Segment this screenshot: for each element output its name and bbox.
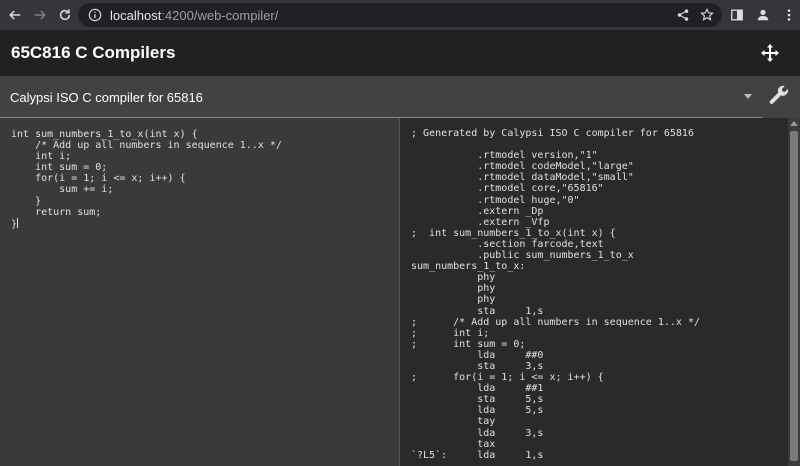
- person-icon: [757, 9, 769, 21]
- app-toolbar: 65C816 C Compilers: [0, 30, 800, 76]
- browser-toolbar: localhost:4200/web-compiler/: [0, 0, 800, 30]
- info-icon[interactable]: [88, 8, 102, 22]
- move-arrows-icon[interactable]: [760, 43, 780, 63]
- source-code[interactable]: int sum_numbers_1_to_x(int x) { /* Add u…: [11, 129, 282, 230]
- url-host: localhost: [110, 7, 162, 23]
- share-button[interactable]: [674, 6, 692, 24]
- arrow-right-icon: [34, 10, 46, 20]
- wrench-icon[interactable]: [768, 84, 790, 106]
- browser-menu-button[interactable]: [778, 4, 800, 26]
- text-cursor: [17, 217, 19, 228]
- dropdown-arrow-icon[interactable]: [744, 94, 752, 99]
- address-bar[interactable]: localhost:4200/web-compiler/: [78, 3, 722, 27]
- star-icon: [700, 8, 714, 21]
- forward-button[interactable]: [29, 4, 51, 26]
- source-editor[interactable]: int sum_numbers_1_to_x(int x) { /* Add u…: [0, 118, 399, 466]
- share-icon: [677, 9, 689, 21]
- compiler-select-value: Calypsi ISO C compiler for 65816: [10, 89, 203, 105]
- output-editor[interactable]: ; Generated by Calypsi ISO C compiler fo…: [400, 118, 788, 466]
- scrollbar-thumb[interactable]: [790, 131, 798, 461]
- side-panel-icon: [731, 9, 743, 21]
- compiler-select[interactable]: Calypsi ISO C compiler for 65816: [0, 76, 800, 118]
- bookmark-button[interactable]: [698, 6, 716, 24]
- reload-button[interactable]: [54, 4, 76, 26]
- output-scrollbar[interactable]: [788, 118, 800, 466]
- side-panel-button[interactable]: [726, 4, 748, 26]
- app-title: 65C816 C Compilers: [11, 43, 176, 62]
- more-vert-icon: [787, 9, 791, 21]
- assembly-output: ; Generated by Calypsi ISO C compiler fo…: [411, 128, 700, 461]
- reload-icon: [59, 9, 71, 21]
- source-code-text: int sum_numbers_1_to_x(int x) { /* Add u…: [11, 129, 282, 230]
- arrow-left-icon: [9, 10, 21, 20]
- scroll-up-arrow-icon[interactable]: [790, 121, 798, 126]
- url-path: :4200/web-compiler/: [161, 7, 279, 23]
- back-button[interactable]: [4, 4, 26, 26]
- profile-button[interactable]: [752, 4, 774, 26]
